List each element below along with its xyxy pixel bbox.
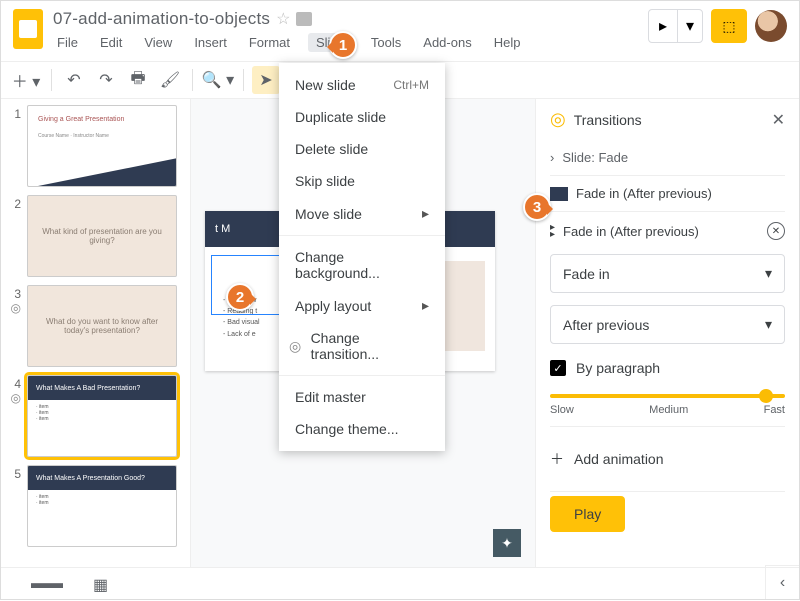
chevron-right-icon: ›	[550, 150, 554, 165]
transition-icon: ◎	[7, 301, 21, 315]
dropdown-duplicate[interactable]: Duplicate slide	[279, 101, 445, 133]
plus-icon: ＋	[550, 449, 564, 469]
slides-logo[interactable]	[13, 9, 43, 49]
undo-button[interactable]: ↶	[60, 66, 88, 94]
paint-format-button[interactable]: 🖌	[156, 66, 184, 94]
zoom-button[interactable]: 🔍 ▾	[201, 66, 235, 94]
folder-icon[interactable]	[296, 12, 312, 26]
menu-insert[interactable]: Insert	[190, 33, 231, 52]
thumb-num-4: 4	[7, 377, 21, 391]
menu-view[interactable]: View	[140, 33, 176, 52]
play-button[interactable]: Play	[550, 496, 625, 532]
chevron-right-icon: ▸	[422, 297, 429, 314]
animation-row-2[interactable]: ▸▸ Fade in (After previous) ✕	[550, 216, 785, 246]
dropdown-skip[interactable]: Skip slide	[279, 165, 445, 197]
thumb-num-1: 1	[7, 105, 27, 121]
delete-animation-icon[interactable]: ✕	[767, 222, 785, 240]
thumb-num-5: 5	[7, 465, 27, 481]
present-dropdown-icon[interactable]: ▾	[678, 10, 702, 42]
speed-slider[interactable]	[550, 394, 785, 398]
thumb-num-2: 2	[7, 195, 27, 211]
filmstrip-view-icon[interactable]: ▬▬	[31, 575, 63, 595]
transition-icon: ◎	[7, 391, 21, 405]
share-icon: ⬚	[722, 18, 735, 35]
menu-tools[interactable]: Tools	[367, 33, 405, 52]
chevron-down-icon: ▾	[765, 265, 772, 282]
menu-help[interactable]: Help	[490, 33, 525, 52]
transitions-icon: ◎	[550, 109, 566, 130]
panel-title: Transitions	[574, 112, 764, 128]
animation-row-1[interactable]: Fade in (After previous)	[550, 180, 785, 207]
dropdown-change-theme[interactable]: Change theme...	[279, 413, 445, 445]
thumbnail-1[interactable]: Giving a Great Presentation Course Name …	[27, 105, 177, 187]
anim-thumb-icon	[550, 187, 568, 201]
select-tool[interactable]: ➤	[252, 66, 280, 94]
thumbnail-5[interactable]: What Makes A Presentation Good? · item· …	[27, 465, 177, 547]
menu-edit[interactable]: Edit	[96, 33, 126, 52]
dropdown-move[interactable]: Move slide▸	[279, 197, 445, 230]
animation-trigger-select[interactable]: After previous ▾	[550, 305, 785, 344]
thumbnail-3[interactable]: What do you want to know after today's p…	[27, 285, 177, 367]
redo-button[interactable]: ↷	[92, 66, 120, 94]
star-icon[interactable]: ☆	[276, 9, 290, 29]
doc-title[interactable]: 07-add-animation-to-objects	[53, 9, 270, 29]
menu-file[interactable]: File	[53, 33, 82, 52]
close-icon[interactable]: ✕	[772, 110, 785, 130]
slide-transition-row[interactable]: › Slide: Fade	[550, 144, 785, 171]
new-slide-button[interactable]: ＋ ▾	[9, 66, 43, 94]
dropdown-edit-master[interactable]: Edit master	[279, 381, 445, 413]
tutorial-marker-2: 2	[226, 283, 254, 311]
thumbnail-2[interactable]: What kind of presentation are you giving…	[27, 195, 177, 277]
explore-button[interactable]: ✦	[493, 529, 521, 557]
present-button[interactable]: ▸ ▾	[648, 9, 703, 43]
transitions-panel: ◎ Transitions ✕ › Slide: Fade Fade in (A…	[535, 99, 799, 567]
avatar[interactable]	[755, 10, 787, 42]
thumbnail-4[interactable]: What Makes A Bad Presentation? · item· i…	[27, 375, 177, 457]
corner-chevron-icon[interactable]: ‹	[765, 565, 799, 599]
thumbnail-panel: 1 Giving a Great Presentation Course Nam…	[1, 99, 191, 567]
share-button[interactable]: ⬚	[711, 9, 747, 43]
by-paragraph-row[interactable]: ✓ By paragraph	[550, 360, 785, 376]
bottom-bar: ▬▬ ▦	[1, 567, 799, 601]
dropdown-delete[interactable]: Delete slide	[279, 133, 445, 165]
menu-format[interactable]: Format	[245, 33, 294, 52]
dropdown-apply-layout[interactable]: Apply layout▸	[279, 289, 445, 322]
grid-view-icon[interactable]: ▦	[93, 575, 108, 595]
dropdown-change-transition[interactable]: ◎Change transition...	[279, 322, 445, 370]
present-play-icon[interactable]: ▸	[649, 10, 678, 42]
tutorial-marker-1: 1	[329, 31, 357, 59]
slider-knob[interactable]	[759, 389, 773, 403]
tutorial-marker-3: 3	[523, 193, 551, 221]
chevron-right-icon: ▸	[422, 205, 429, 222]
transition-icon: ◎	[289, 338, 307, 355]
add-animation-button[interactable]: ＋ Add animation	[550, 449, 785, 469]
animation-type-select[interactable]: Fade in ▾	[550, 254, 785, 293]
dropdown-new-slide[interactable]: New slideCtrl+M	[279, 69, 445, 101]
dropdown-change-bg[interactable]: Change background...	[279, 241, 445, 289]
thumb-num-3: 3	[7, 287, 21, 301]
anim-object-icon: ▸▸	[550, 224, 555, 238]
checkbox-icon[interactable]: ✓	[550, 360, 566, 376]
title-bar: 07-add-animation-to-objects ☆ File Edit …	[1, 1, 799, 61]
menu-addons[interactable]: Add-ons	[419, 33, 475, 52]
print-button[interactable]: 🖶	[124, 66, 152, 94]
chevron-down-icon: ▾	[765, 316, 772, 333]
slide-dropdown: New slideCtrl+M Duplicate slide Delete s…	[279, 63, 445, 451]
